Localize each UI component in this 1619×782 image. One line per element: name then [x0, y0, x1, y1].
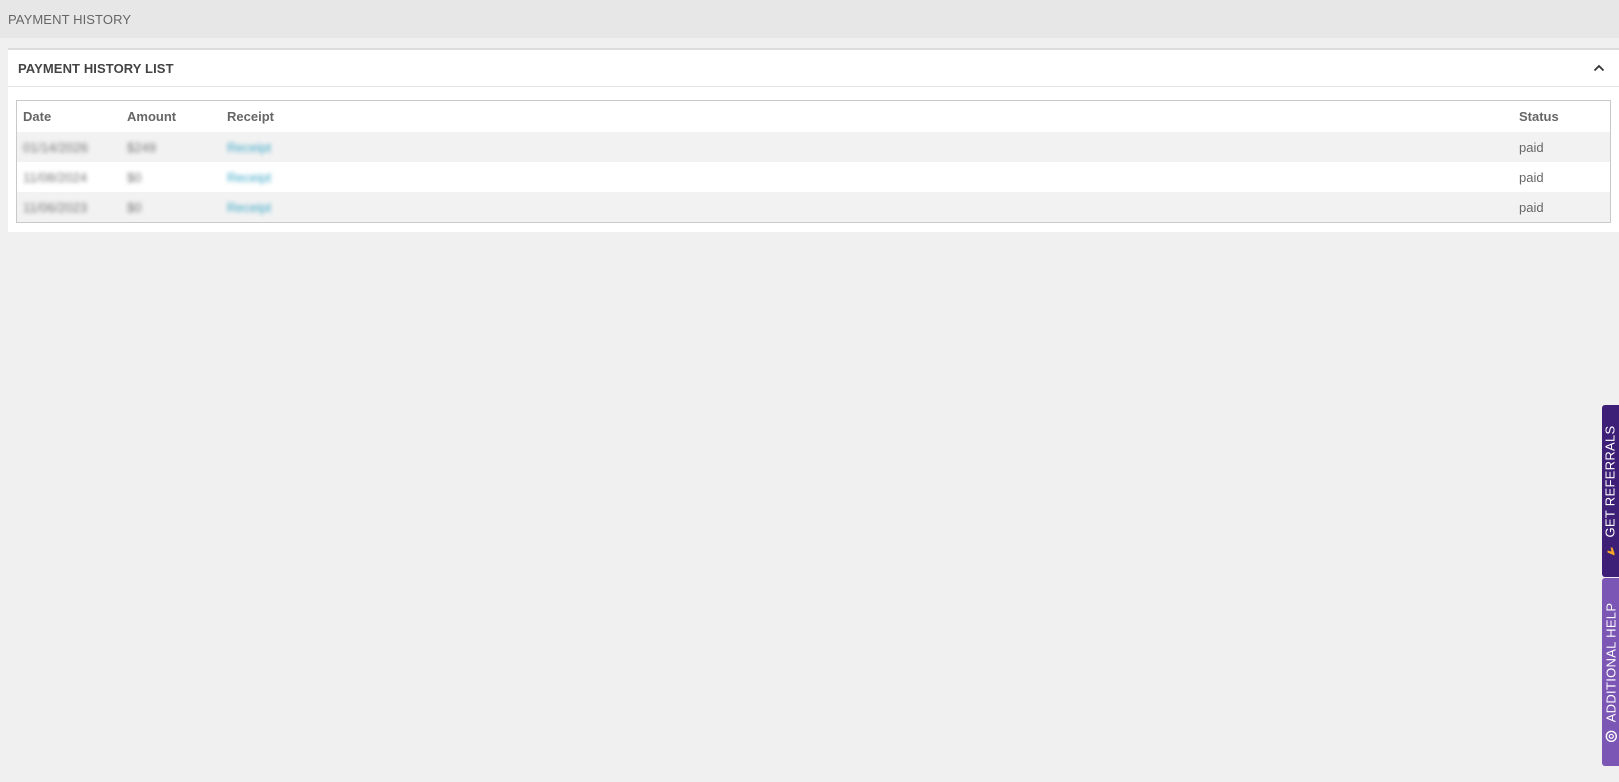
- additional-help-label: ADDITIONAL HELP: [1603, 602, 1619, 722]
- table-row: 11/08/2024 $0 Receipt paid: [17, 162, 1610, 192]
- row-date: 01/14/2026: [23, 139, 89, 155]
- row-status: paid: [1519, 139, 1544, 155]
- row-status: paid: [1519, 169, 1544, 185]
- hand-icon: [1607, 547, 1615, 556]
- panel-header: PAYMENT HISTORY LIST: [8, 50, 1619, 87]
- page-header: PAYMENT HISTORY: [0, 0, 1619, 38]
- table-row: 01/14/2026 $249 Receipt paid: [17, 132, 1610, 162]
- row-status: paid: [1519, 199, 1544, 215]
- row-amount: $249: [127, 139, 156, 155]
- payment-history-panel: PAYMENT HISTORY LIST Date Amount Receipt…: [8, 48, 1619, 232]
- row-amount: $0: [127, 199, 142, 215]
- additional-help-tab[interactable]: ADDITIONAL HELP: [1602, 578, 1619, 766]
- chevron-up-icon: [1593, 64, 1605, 72]
- help-circle-icon: [1604, 730, 1617, 742]
- column-header-date[interactable]: Date: [17, 101, 121, 132]
- payment-table-container: Date Amount Receipt Status 01/14/2026 $2…: [16, 100, 1611, 223]
- page-title: PAYMENT HISTORY: [8, 11, 132, 27]
- row-date: 11/08/2024: [23, 169, 88, 185]
- column-header-receipt[interactable]: Receipt: [221, 101, 1513, 132]
- column-header-amount[interactable]: Amount: [121, 101, 221, 132]
- receipt-link[interactable]: Receipt: [227, 140, 271, 155]
- receipt-link[interactable]: Receipt: [227, 200, 271, 215]
- row-amount: $0: [127, 169, 142, 185]
- row-date: 11/06/2023: [23, 199, 88, 215]
- collapse-button[interactable]: [1589, 58, 1609, 78]
- table-header-row: Date Amount Receipt Status: [17, 101, 1610, 132]
- panel-title: PAYMENT HISTORY LIST: [18, 60, 174, 76]
- table-row: 11/06/2023 $0 Receipt paid: [17, 192, 1610, 222]
- get-referrals-label: GET REFERRALS: [1603, 424, 1618, 538]
- get-referrals-tab[interactable]: GET REFERRALS: [1602, 405, 1619, 577]
- column-header-status[interactable]: Status: [1513, 101, 1610, 132]
- receipt-link[interactable]: Receipt: [227, 170, 271, 185]
- payment-table: Date Amount Receipt Status 01/14/2026 $2…: [17, 101, 1610, 222]
